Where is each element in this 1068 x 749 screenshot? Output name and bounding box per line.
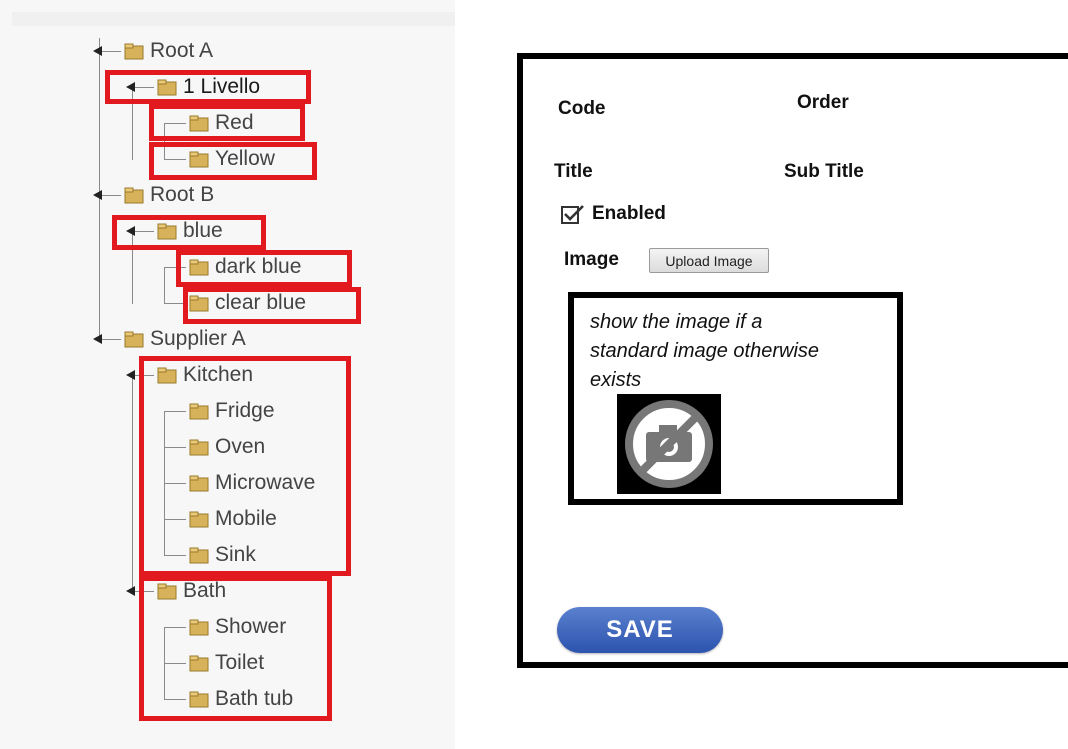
folder-icon — [124, 43, 144, 60]
highlight-box — [139, 576, 332, 721]
upload-image-button[interactable]: Upload Image — [649, 248, 769, 273]
tree-node[interactable]: Root A — [124, 38, 213, 64]
tree-node-label: Root B — [150, 183, 215, 206]
tree-node-label: Root A — [150, 39, 214, 62]
tree-node[interactable]: Root B — [124, 182, 214, 208]
highlight-box — [149, 104, 305, 141]
panel-divider — [455, 0, 477, 749]
no-camera-icon — [617, 394, 721, 494]
highlight-box — [149, 142, 317, 180]
code-label: Code — [558, 98, 606, 119]
tree-node-label: Supplier A — [150, 327, 246, 350]
expand-arrow-icon[interactable] — [126, 370, 135, 380]
item-edit-form: Code Order Title Sub Title Enabled Image… — [517, 53, 1068, 668]
enabled-label: Enabled — [592, 203, 666, 224]
highlight-box — [176, 250, 352, 287]
highlight-box — [139, 356, 351, 576]
expand-arrow-icon[interactable] — [93, 46, 102, 56]
save-button[interactable]: SAVE — [557, 607, 723, 653]
subtitle-label: Sub Title — [784, 161, 864, 182]
folder-icon — [124, 331, 144, 348]
folder-icon — [124, 187, 144, 204]
title-label: Title — [554, 161, 593, 182]
category-tree: Root A 1 Livello Red Yellow Root B blue … — [0, 0, 455, 749]
highlight-box — [112, 215, 266, 250]
enabled-checkbox[interactable] — [561, 205, 585, 225]
tree-node[interactable]: Supplier A — [124, 326, 246, 352]
image-note: show the image if a standard image other… — [590, 311, 820, 391]
highlight-box — [183, 287, 361, 324]
highlight-box — [105, 70, 311, 104]
expand-arrow-icon[interactable] — [93, 190, 102, 200]
order-label: Order — [797, 92, 849, 113]
image-preview: show the image if a standard image other… — [568, 292, 903, 505]
expand-arrow-icon[interactable] — [126, 586, 135, 596]
image-label: Image — [564, 249, 619, 270]
expand-arrow-icon[interactable] — [93, 334, 102, 344]
